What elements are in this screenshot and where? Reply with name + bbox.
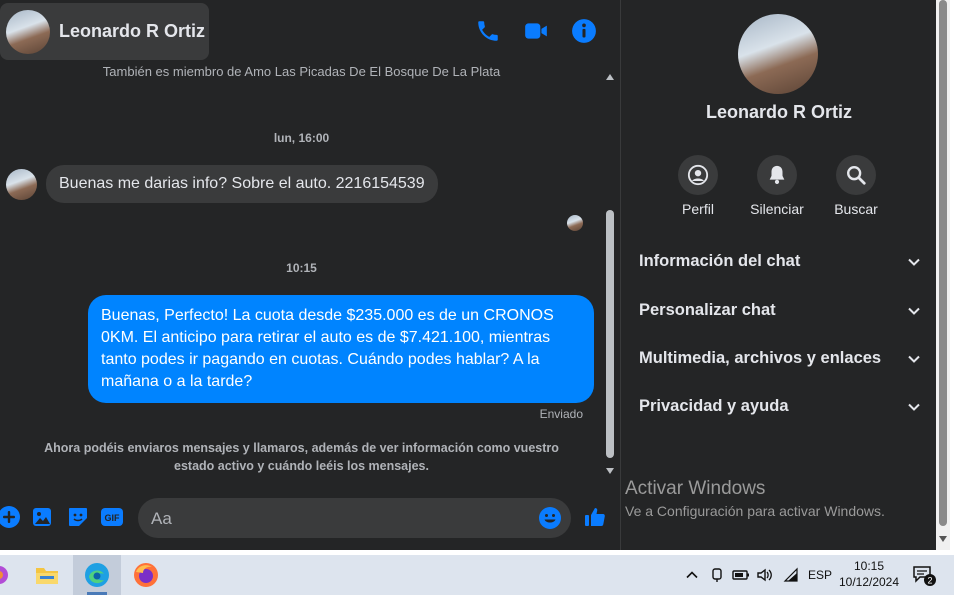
window-edge xyxy=(950,0,954,550)
search-label: Buscar xyxy=(834,201,878,217)
notification-center-icon[interactable]: 2 xyxy=(912,555,938,595)
section-privacy-support[interactable]: Privacidad y ayuda xyxy=(639,397,921,416)
page-scrollbar[interactable] xyxy=(936,0,950,550)
watermark-title: Activar Windows xyxy=(625,478,766,499)
search-icon xyxy=(836,155,876,195)
page-scrollbar-thumb[interactable] xyxy=(939,0,947,526)
profile-label: Perfil xyxy=(682,201,714,217)
watermark-subtitle: Ve a Configuración para activar Windows. xyxy=(625,503,885,519)
edge-browser-icon[interactable] xyxy=(73,555,121,595)
video-icon[interactable] xyxy=(523,18,549,44)
contact-avatar xyxy=(6,9,50,54)
conversation-details-panel: Leonardo R Ortiz Perfil Silenciar Buscar… xyxy=(620,0,936,550)
message-input-placeholder: Aa xyxy=(151,509,172,528)
message-scrollbar[interactable] xyxy=(603,72,617,482)
file-explorer-icon[interactable] xyxy=(22,555,72,595)
seen-avatar-icon xyxy=(567,215,583,231)
chevron-down-icon xyxy=(908,258,920,266)
scrollbar-thumb[interactable] xyxy=(606,210,614,458)
bell-icon xyxy=(757,155,797,195)
message-composer: GIF Aa xyxy=(0,492,620,544)
section-label: Multimedia, archivos y enlaces xyxy=(639,349,882,367)
panel-contact-name: Leonardo R Ortiz xyxy=(705,102,852,122)
chevron-down-icon xyxy=(908,307,920,315)
timestamp: 10:15 xyxy=(286,261,317,275)
incoming-message-row: Buenas me darias info? Sobre el auto. 22… xyxy=(6,165,438,203)
message-list[interactable]: También es miembro de Amo Las Picadas De… xyxy=(0,60,603,480)
search-button[interactable]: Buscar xyxy=(816,155,896,217)
wifi-icon[interactable] xyxy=(782,555,800,595)
system-notice: Ahora podéis enviaros mensajes y llamaro… xyxy=(44,441,559,473)
mute-label: Silenciar xyxy=(750,201,804,217)
device-icon[interactable] xyxy=(710,555,724,595)
chat-header: Leonardo R Ortiz xyxy=(0,0,620,66)
profile-icon xyxy=(678,155,718,195)
language-indicator[interactable]: ESP xyxy=(808,555,832,595)
message-input[interactable]: Aa xyxy=(138,498,571,538)
clock-time: 10:15 xyxy=(853,559,885,573)
like-icon[interactable] xyxy=(583,505,609,531)
taskbar-clock[interactable]: 10:15 10/12/2024 xyxy=(830,558,908,590)
outgoing-message-bubble[interactable]: Buenas, Perfecto! La cuota desde $235.00… xyxy=(88,295,594,403)
chat-column: Leonardo R Ortiz También es miembro de A… xyxy=(0,0,620,550)
contact-header-button[interactable]: Leonardo R Ortiz xyxy=(0,3,209,60)
section-media-files-links[interactable]: Multimedia, archivos y enlaces xyxy=(639,349,921,368)
contact-name: Leonardo R Ortiz xyxy=(59,21,206,41)
timestamp: lun, 16:00 xyxy=(273,131,330,145)
taskbar: ESP 10:15 10/12/2024 2 xyxy=(0,555,954,595)
firefox-browser-icon[interactable] xyxy=(122,555,170,595)
sticker-icon[interactable] xyxy=(66,505,90,529)
clock-date: 10/12/2024 xyxy=(838,575,900,589)
gif-icon[interactable]: GIF xyxy=(100,505,124,529)
scroll-down-arrow-icon[interactable] xyxy=(606,468,614,474)
volume-icon[interactable] xyxy=(756,555,774,595)
battery-icon[interactable] xyxy=(732,555,750,595)
plus-icon[interactable] xyxy=(0,505,21,529)
incoming-message-bubble[interactable]: Buenas me darias info? Sobre el auto. 22… xyxy=(46,165,438,203)
info-icon[interactable] xyxy=(571,18,597,44)
image-icon[interactable] xyxy=(31,505,55,529)
section-label: Información del chat xyxy=(639,252,801,270)
scroll-up-arrow-icon[interactable] xyxy=(606,74,614,80)
svg-text:GIF: GIF xyxy=(105,513,121,523)
taskbar-app-partial-icon[interactable] xyxy=(0,555,12,595)
emoji-icon[interactable] xyxy=(538,506,562,530)
chevron-down-icon xyxy=(908,355,920,363)
messenger-window: Leonardo R Ortiz También es miembro de A… xyxy=(0,0,954,550)
tray-overflow-chevron-icon[interactable] xyxy=(685,555,699,595)
section-label: Privacidad y ayuda xyxy=(639,397,789,415)
system-message: También es miembro de Amo Las Picadas De… xyxy=(102,64,501,79)
notification-count: 2 xyxy=(927,576,932,586)
profile-button[interactable]: Perfil xyxy=(658,155,738,217)
chevron-down-icon xyxy=(908,403,920,411)
section-label: Personalizar chat xyxy=(639,301,776,319)
section-chat-info[interactable]: Información del chat xyxy=(639,252,921,271)
section-customize-chat[interactable]: Personalizar chat xyxy=(639,301,921,320)
windows-activation-watermark: Activar Windows Ve a Configuración para … xyxy=(625,478,885,519)
scroll-down-arrow-icon[interactable] xyxy=(939,536,947,542)
sender-avatar[interactable] xyxy=(6,168,37,200)
phone-icon[interactable] xyxy=(475,18,501,44)
profile-avatar[interactable] xyxy=(738,14,818,94)
mute-button[interactable]: Silenciar xyxy=(737,155,817,217)
message-status: Enviado xyxy=(539,407,583,421)
